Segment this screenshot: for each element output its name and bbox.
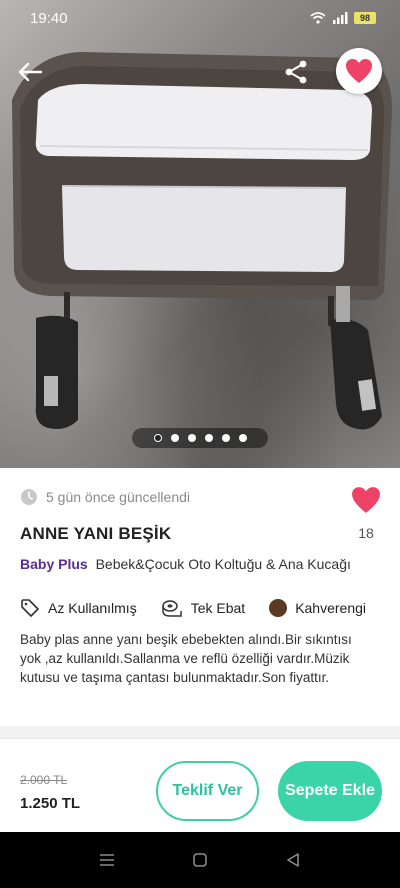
- menu-icon: [99, 854, 114, 866]
- heart-icon[interactable]: [351, 486, 381, 514]
- status-icons: 98: [310, 12, 376, 24]
- recent-apps-button[interactable]: [87, 840, 127, 880]
- listing-description: Baby plas anne yanı beşik ebebekten alın…: [20, 632, 352, 685]
- color-label: Kahverengi: [295, 600, 367, 616]
- image-pagination-dots: [132, 428, 268, 448]
- square-icon: [193, 853, 207, 867]
- product-detail-screen: 19:40 98 5 gün önce güncellendi 18 ANNE …: [0, 0, 400, 888]
- product-photo[interactable]: 19:40 98: [0, 0, 400, 468]
- share-icon: [285, 60, 307, 84]
- favorite-button[interactable]: [336, 48, 382, 94]
- last-updated: 5 gün önce güncellendi: [20, 488, 190, 506]
- purchase-bar: 2.000 TL 1.250 TL Teklif Ver Sepete Ekle: [0, 738, 400, 832]
- pagination-dot[interactable]: [153, 434, 162, 442]
- current-price: 1.250 TL: [20, 795, 81, 812]
- make-offer-button[interactable]: Teklif Ver: [156, 761, 259, 821]
- like-count: 18: [358, 525, 374, 541]
- heart-icon: [346, 59, 372, 83]
- like-widget[interactable]: 18: [348, 486, 384, 541]
- pagination-dot[interactable]: [221, 434, 230, 442]
- battery-indicator: 98: [354, 12, 376, 24]
- condition-attribute: Az Kullanılmış: [20, 598, 137, 618]
- brand-link[interactable]: Baby Plus: [20, 556, 88, 572]
- color-swatch: [269, 599, 288, 617]
- system-navigation-bar: [0, 832, 400, 888]
- signal-icon: [333, 12, 348, 24]
- size-attribute: Tek Ebat: [161, 598, 245, 618]
- category-path[interactable]: Bebek&Çocuk Oto Koltuğu & Ana Kucağı: [96, 556, 351, 572]
- attribute-row: Az Kullanılmış Tek Ebat Kahverengi: [20, 598, 400, 618]
- category-line: Baby Plus Bebek&Çocuk Oto Koltuğu & Ana …: [20, 556, 351, 572]
- listing-title: ANNE YANI BEŞİK: [20, 524, 172, 543]
- condition-label: Az Kullanılmış: [48, 600, 137, 616]
- home-button[interactable]: [180, 840, 220, 880]
- color-attribute: Kahverengi: [269, 599, 366, 617]
- pagination-dot[interactable]: [187, 434, 196, 442]
- status-time: 19:40: [30, 9, 68, 27]
- original-price: 2.000 TL: [20, 773, 68, 787]
- triangle-back-icon: [287, 853, 300, 867]
- arrow-left-icon: [18, 62, 43, 82]
- pagination-dot[interactable]: [238, 434, 247, 442]
- clock-icon: [21, 489, 37, 505]
- system-back-button[interactable]: [273, 840, 313, 880]
- tape-measure-icon: [161, 600, 182, 617]
- share-button[interactable]: [280, 56, 312, 88]
- add-to-cart-button[interactable]: Sepete Ekle: [278, 761, 382, 821]
- status-bar: 19:40 98: [0, 0, 400, 36]
- listing-info: 5 gün önce güncellendi 18 ANNE YANI BEŞİ…: [0, 468, 400, 726]
- pagination-dot[interactable]: [170, 434, 179, 442]
- size-label: Tek Ebat: [190, 600, 246, 616]
- last-updated-text: 5 gün önce güncellendi: [46, 489, 191, 505]
- pagination-dot[interactable]: [204, 434, 213, 442]
- back-button[interactable]: [14, 56, 46, 88]
- section-divider: [0, 726, 400, 738]
- tag-icon: [21, 599, 39, 617]
- wifi-icon: [310, 12, 326, 24]
